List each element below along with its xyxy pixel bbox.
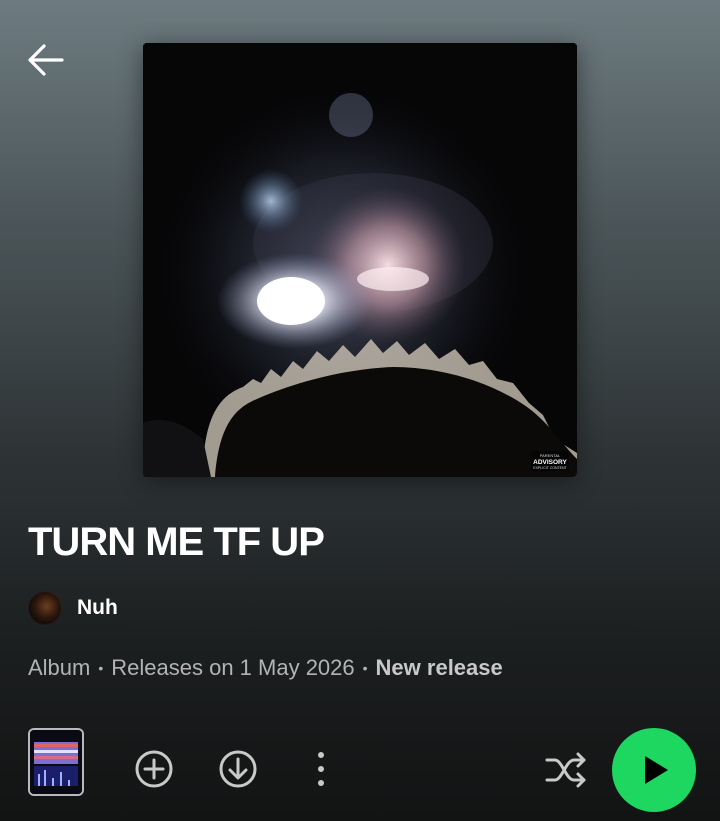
more-vertical-icon bbox=[318, 752, 324, 786]
meta-separator: • bbox=[98, 660, 104, 676]
artist-name: Nuh bbox=[77, 596, 118, 619]
album-type: Album bbox=[28, 655, 91, 680]
more-options-button[interactable] bbox=[306, 747, 336, 791]
album-title: TURN ME TF UP bbox=[28, 520, 325, 564]
release-date: Releases on 1 May 2026 bbox=[111, 655, 355, 680]
album-meta: Album • Releases on 1 May 2026 • New rel… bbox=[28, 655, 503, 681]
artist-link[interactable]: Nuh bbox=[28, 590, 118, 626]
svg-text:ADVISORY: ADVISORY bbox=[533, 459, 567, 466]
play-icon bbox=[645, 756, 668, 784]
svg-text:EXPLICIT CONTENT: EXPLICIT CONTENT bbox=[533, 466, 567, 470]
svg-text:PARENTAL: PARENTAL bbox=[540, 453, 561, 458]
play-button[interactable] bbox=[612, 728, 696, 812]
add-circle-icon bbox=[135, 750, 173, 788]
shuffle-icon bbox=[545, 752, 586, 788]
artist-avatar bbox=[28, 591, 62, 625]
album-cover: PARENTAL ADVISORY EXPLICIT CONTENT bbox=[143, 43, 577, 477]
download-button[interactable] bbox=[216, 747, 260, 791]
download-icon bbox=[219, 750, 257, 788]
add-to-library-button[interactable] bbox=[132, 747, 176, 791]
arrow-left-icon bbox=[28, 44, 64, 76]
new-release-badge: New release bbox=[375, 655, 503, 680]
preview-thumbnail[interactable] bbox=[28, 728, 84, 796]
meta-separator: • bbox=[362, 660, 368, 676]
back-button[interactable] bbox=[26, 40, 66, 80]
shuffle-button[interactable] bbox=[544, 748, 588, 792]
